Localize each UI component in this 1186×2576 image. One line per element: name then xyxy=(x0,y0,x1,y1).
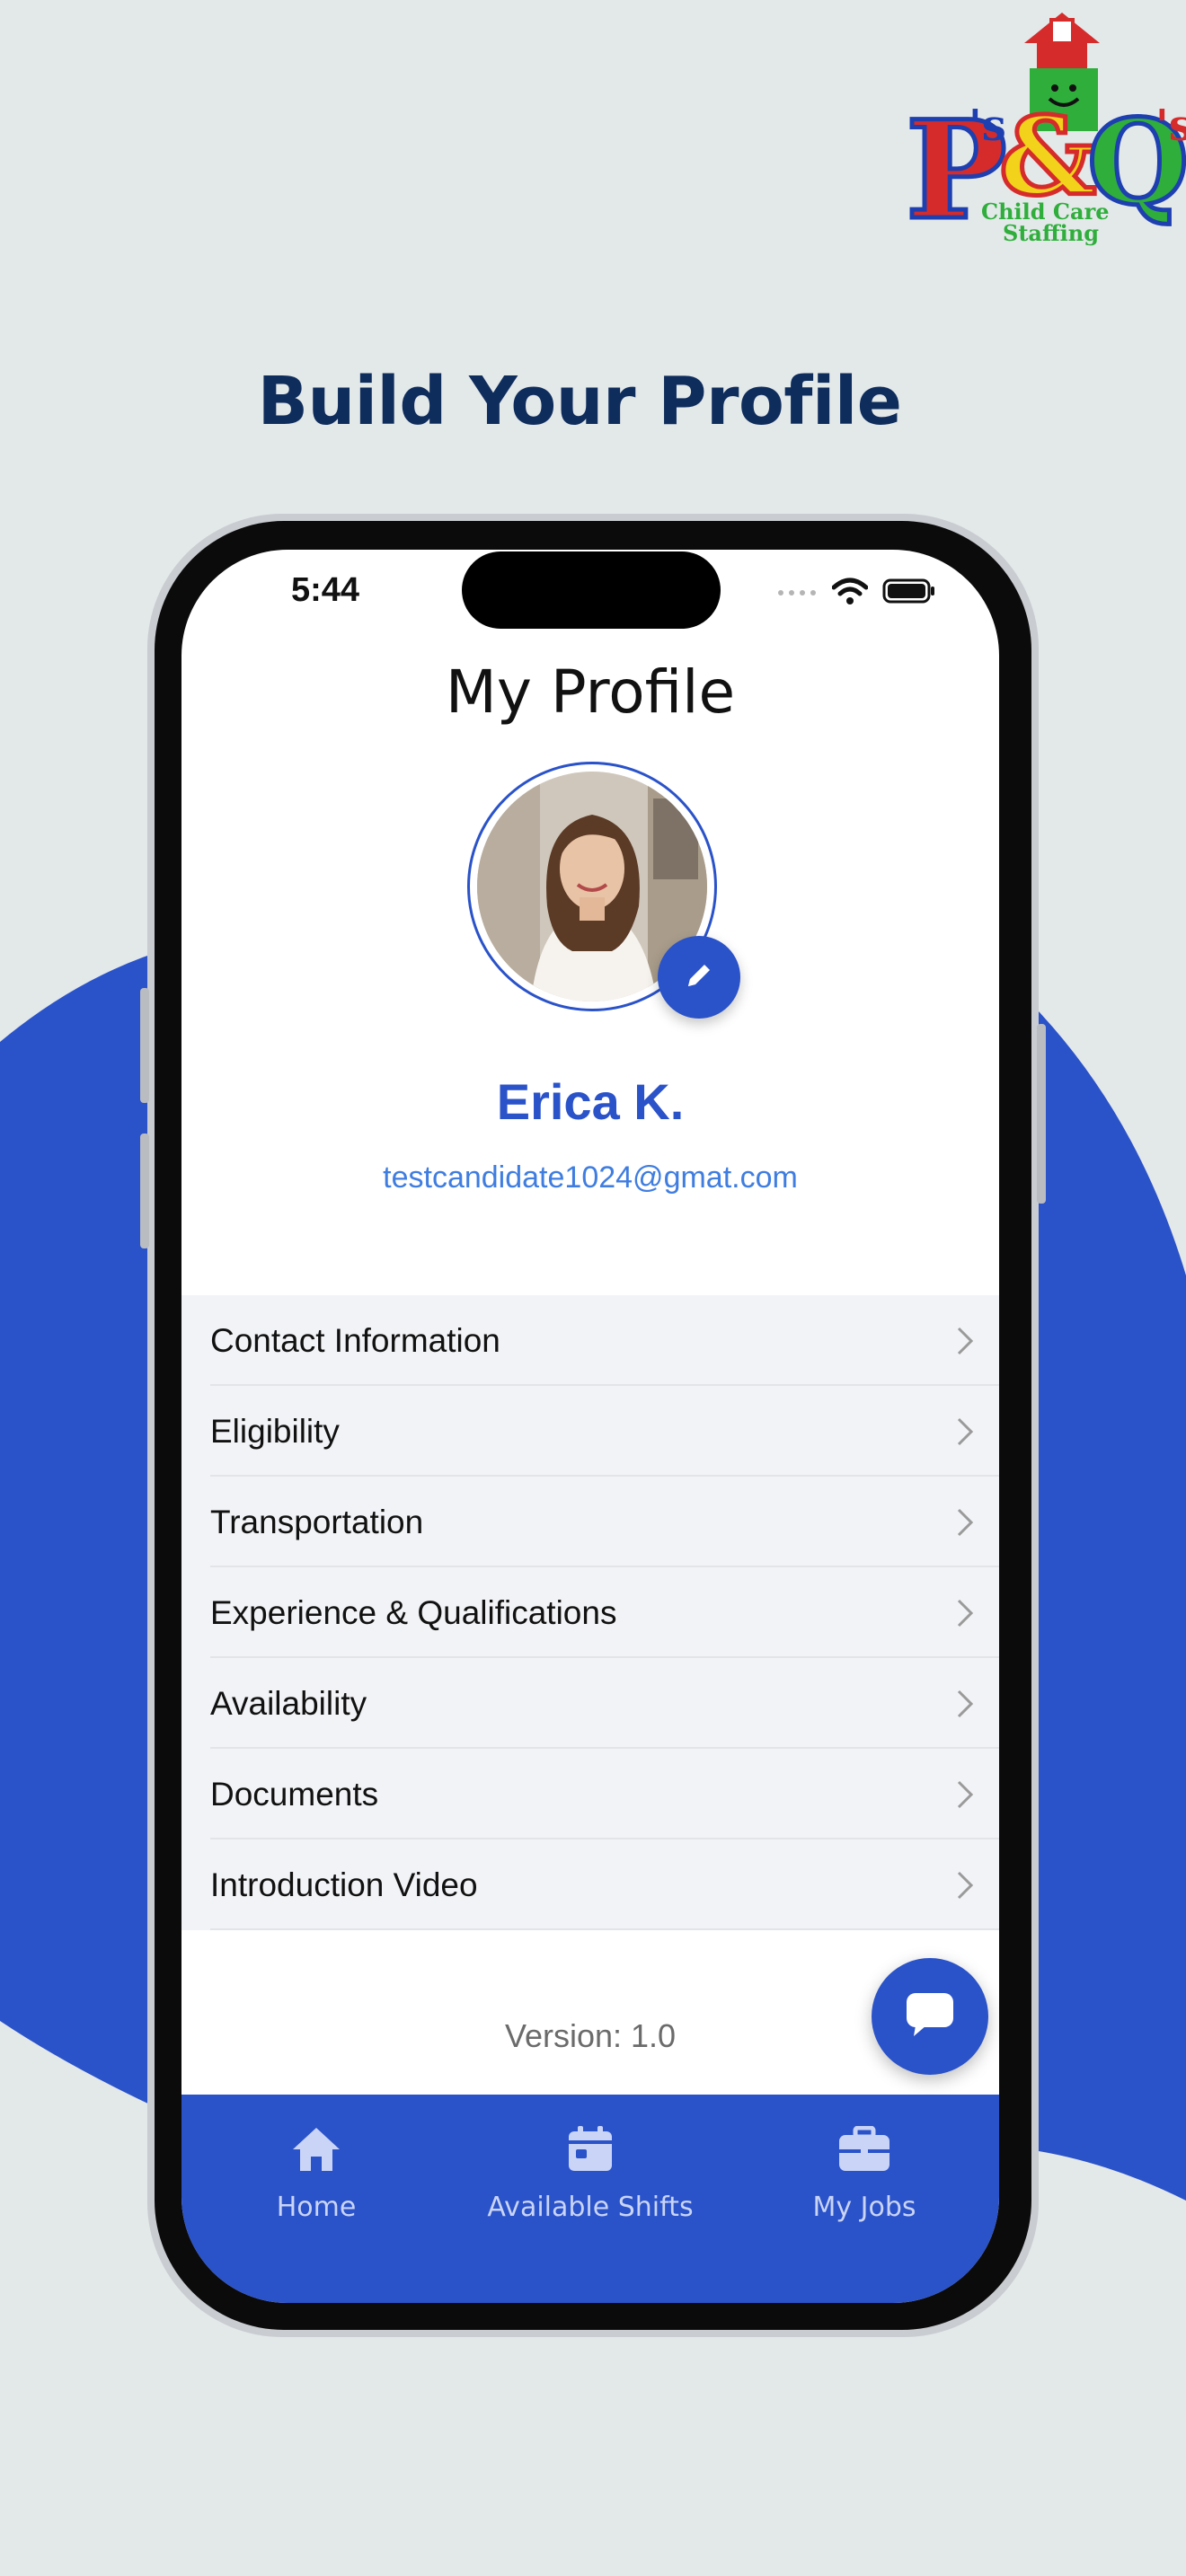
menu-item-availability[interactable]: Availability xyxy=(181,1658,999,1749)
chevron-right-icon xyxy=(956,1598,974,1636)
chevron-right-icon xyxy=(956,1507,974,1546)
screen-title: My Profile xyxy=(445,657,736,727)
svg-text:'s: 's xyxy=(1155,101,1186,151)
chevron-right-icon xyxy=(956,1416,974,1455)
status-icons xyxy=(776,577,936,610)
wifi-icon xyxy=(831,577,869,610)
edit-photo-button[interactable] xyxy=(658,936,740,1019)
svg-text:Staffing: Staffing xyxy=(1003,220,1099,246)
menu-item-label: Experience & Qualifications xyxy=(210,1593,617,1631)
chat-icon xyxy=(903,1989,957,2044)
calendar-icon xyxy=(565,2124,615,2182)
signal-icon xyxy=(776,585,818,602)
user-name: Erica K. xyxy=(496,1073,685,1130)
menu-item-label: Transportation xyxy=(210,1503,424,1540)
menu-item-label: Availability xyxy=(210,1684,367,1722)
menu-item-label: Contact Information xyxy=(210,1321,500,1359)
menu-item-documents[interactable]: Documents xyxy=(181,1749,999,1839)
tab-bar: Home Available Shifts My Jobs xyxy=(181,2095,999,2303)
status-time: 5:44 xyxy=(291,571,360,609)
menu-item-label: Documents xyxy=(210,1775,379,1813)
chat-button[interactable] xyxy=(872,1958,988,2075)
user-email: testcandidate1024@gmat.com xyxy=(383,1160,798,1195)
chevron-right-icon xyxy=(956,1326,974,1364)
tab-label: Home xyxy=(276,2192,357,2223)
briefcase-icon xyxy=(837,2125,891,2180)
tab-label: Available Shifts xyxy=(487,2192,694,2223)
tab-available-shifts[interactable]: Available Shifts xyxy=(456,2125,725,2223)
profile-menu: Contact Information Eligibility Transpor… xyxy=(181,1295,999,1930)
dynamic-island xyxy=(462,551,721,629)
menu-item-experience-qualifications[interactable]: Experience & Qualifications xyxy=(181,1567,999,1658)
phone-side-button xyxy=(140,988,149,1103)
menu-item-transportation[interactable]: Transportation xyxy=(181,1477,999,1567)
pencil-icon xyxy=(681,957,717,998)
menu-item-label: Eligibility xyxy=(210,1412,340,1450)
chevron-right-icon xyxy=(956,1689,974,1727)
chevron-right-icon xyxy=(956,1779,974,1818)
home-icon xyxy=(289,2124,343,2182)
menu-item-contact-information[interactable]: Contact Information xyxy=(181,1295,999,1386)
battery-icon xyxy=(882,578,936,609)
page-headline: Build Your Profile xyxy=(257,363,902,440)
phone-side-button xyxy=(140,1134,149,1248)
menu-item-eligibility[interactable]: Eligibility xyxy=(181,1386,999,1477)
tab-home[interactable]: Home xyxy=(181,2125,451,2223)
menu-item-introduction-video[interactable]: Introduction Video xyxy=(181,1839,999,1930)
phone-power-button xyxy=(1037,1024,1046,1204)
menu-item-label: Introduction Video xyxy=(210,1866,478,1903)
tab-label: My Jobs xyxy=(812,2192,916,2223)
phone-screen: 5:44 My Profile Erica K. testcandidate10… xyxy=(181,550,999,2303)
company-logo: P 's & Q 's Child Care Staffing xyxy=(902,5,1186,266)
chevron-right-icon xyxy=(956,1870,974,1909)
tab-my-jobs[interactable]: My Jobs xyxy=(730,2125,999,2223)
